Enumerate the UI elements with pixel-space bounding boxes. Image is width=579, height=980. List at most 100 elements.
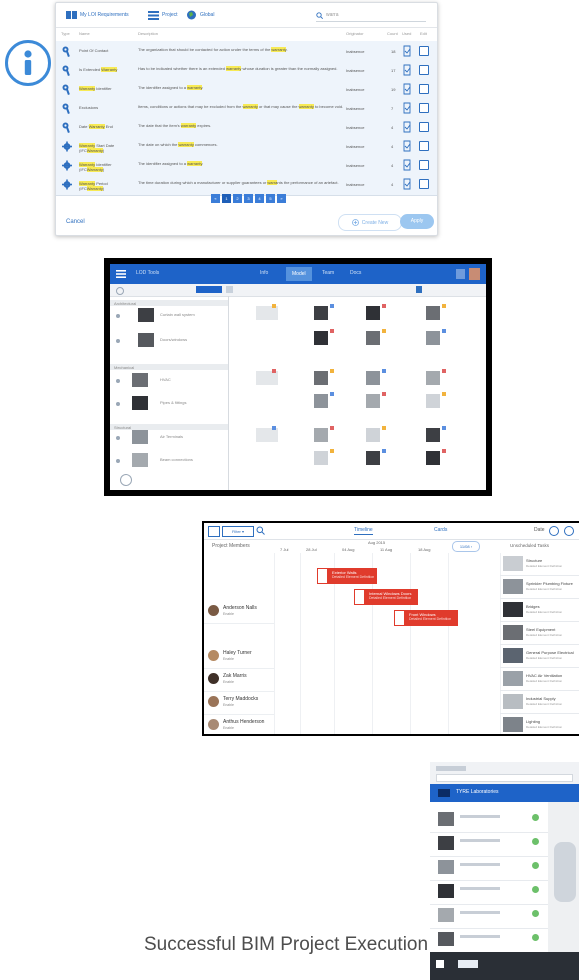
task-bar[interactable]: Front Windows Detailed Element Definition [394,610,458,626]
model-thumbnail[interactable] [314,451,328,465]
export-icon[interactable] [416,286,422,293]
page-button[interactable]: 1 [222,194,231,203]
model-thumbnail[interactable] [366,428,380,442]
page-button[interactable]: » [277,194,286,203]
row-checkbox[interactable] [419,122,429,132]
model-thumbnail[interactable] [256,428,278,442]
edit-icon[interactable] [402,140,412,152]
model-thumbnail[interactable] [314,371,328,385]
row-checkbox[interactable] [419,179,429,189]
list-icon[interactable] [226,286,233,293]
member-row[interactable]: Anderson Nalls Enable [204,601,274,624]
page-button[interactable]: 2 [233,194,242,203]
tab-docs[interactable]: Docs [350,270,361,276]
model-thumbnail[interactable] [426,306,440,320]
model-item-thumb[interactable] [132,453,148,467]
edit-icon[interactable] [402,102,412,114]
unscheduled-task[interactable]: Lighting Detailed Element Definition [500,714,579,734]
browser-tab[interactable] [436,766,466,771]
member-row[interactable]: Anthus Henderson Enable [204,715,274,734]
tab-my-loi-requirements[interactable]: My LOI Requirements [66,9,129,21]
member-row[interactable]: Zak Marris Enable [204,669,274,692]
date-sort[interactable]: Date [534,527,545,533]
model-thumbnail[interactable] [366,306,380,320]
expand-arrow[interactable] [116,459,120,463]
panel-row[interactable] [430,832,548,857]
unscheduled-task[interactable]: Steel Equipment Detailed Element Definiti… [500,622,579,645]
model-thumbnail[interactable] [426,371,440,385]
create-new-button[interactable]: Create New [338,214,402,231]
model-thumbnail[interactable] [256,306,278,320]
model-thumbnail[interactable] [366,394,380,408]
grid-icon[interactable] [208,526,220,537]
section-architectural[interactable]: Architectural [110,300,228,306]
page-button[interactable]: 3 [244,194,253,203]
cancel-button[interactable]: Cancel [66,219,85,225]
filter-icon[interactable] [116,287,124,295]
start-icon[interactable] [436,960,444,968]
model-thumbnail[interactable] [366,371,380,385]
help-icon[interactable] [120,474,132,486]
tab-model[interactable]: Model [286,267,312,281]
tab-project[interactable]: Project [148,9,178,21]
expand-arrow[interactable] [116,402,120,406]
apply-button[interactable]: Apply [400,214,434,229]
search-icon[interactable] [256,526,265,535]
page-button[interactable]: 5 [266,194,275,203]
filter-dropdown[interactable]: Filter ▾ [222,526,254,537]
date-range-pill[interactable]: 11/08 › [452,541,480,552]
edit-icon[interactable] [402,121,412,133]
avatar[interactable] [469,268,480,280]
tab-global[interactable]: Global [186,9,214,21]
model-item-thumb[interactable] [138,308,154,322]
row-checkbox[interactable] [419,160,429,170]
edit-icon[interactable] [402,159,412,171]
edit-icon[interactable] [402,83,412,95]
expand-arrow[interactable] [116,339,120,343]
expand-arrow[interactable] [116,436,120,440]
panel-row[interactable] [430,808,548,833]
task-bar[interactable]: Internal Windows Doors Detailed Element D… [354,589,418,605]
tab-info[interactable]: Info [260,270,268,276]
model-item-thumb[interactable] [138,333,154,347]
model-thumbnail[interactable] [314,428,328,442]
model-thumbnail[interactable] [426,331,440,345]
member-row[interactable]: Terry Maddocks Enable [204,692,274,715]
model-item-thumb[interactable] [132,430,148,444]
row-checkbox[interactable] [419,46,429,56]
edit-icon[interactable] [402,64,412,76]
tab-team[interactable]: Team [322,270,334,276]
row-checkbox[interactable] [419,141,429,151]
model-thumbnail[interactable] [426,428,440,442]
model-thumbnail[interactable] [314,331,328,345]
page-button[interactable]: 4 [255,194,264,203]
unscheduled-task[interactable]: General Purpose Electrical Detailed Eleme… [500,645,579,668]
table-row[interactable]: Warranty Period (IFCWarranty) The time du… [56,174,437,196]
model-item-thumb[interactable] [132,373,148,387]
panel-row[interactable] [430,856,548,881]
tab-timeline[interactable]: Timeline [354,527,373,535]
menu-icon[interactable] [116,269,126,279]
taskbar-item[interactable] [458,960,478,968]
unscheduled-task[interactable]: Industrial Supply Detailed Element Defini… [500,691,579,714]
model-item-thumb[interactable] [132,396,148,410]
row-checkbox[interactable] [419,65,429,75]
address-bar[interactable] [436,774,573,782]
section-structural[interactable]: Structural [110,424,228,430]
tab-cards[interactable]: Cards [434,527,447,533]
unscheduled-task[interactable]: HVAC Air Ventilation Detailed Element Def… [500,668,579,691]
panel-row[interactable] [430,904,548,929]
member-row[interactable]: Haley Turner Enable [204,646,274,669]
edit-icon[interactable] [402,45,412,57]
select-dropdown[interactable] [196,286,222,293]
panel-row[interactable] [430,880,548,905]
model-thumbnail[interactable] [426,394,440,408]
unscheduled-task[interactable]: Bridges Detailed Element Definition [500,599,579,622]
row-checkbox[interactable] [419,84,429,94]
row-checkbox[interactable] [419,103,429,113]
edit-icon[interactable] [402,178,412,190]
search-input[interactable]: warra [316,9,426,22]
model-thumbnail[interactable] [314,394,328,408]
unscheduled-task[interactable]: Structure Detailed Element Definition [500,553,579,576]
section-mechanical[interactable]: Mechanical [110,364,228,370]
